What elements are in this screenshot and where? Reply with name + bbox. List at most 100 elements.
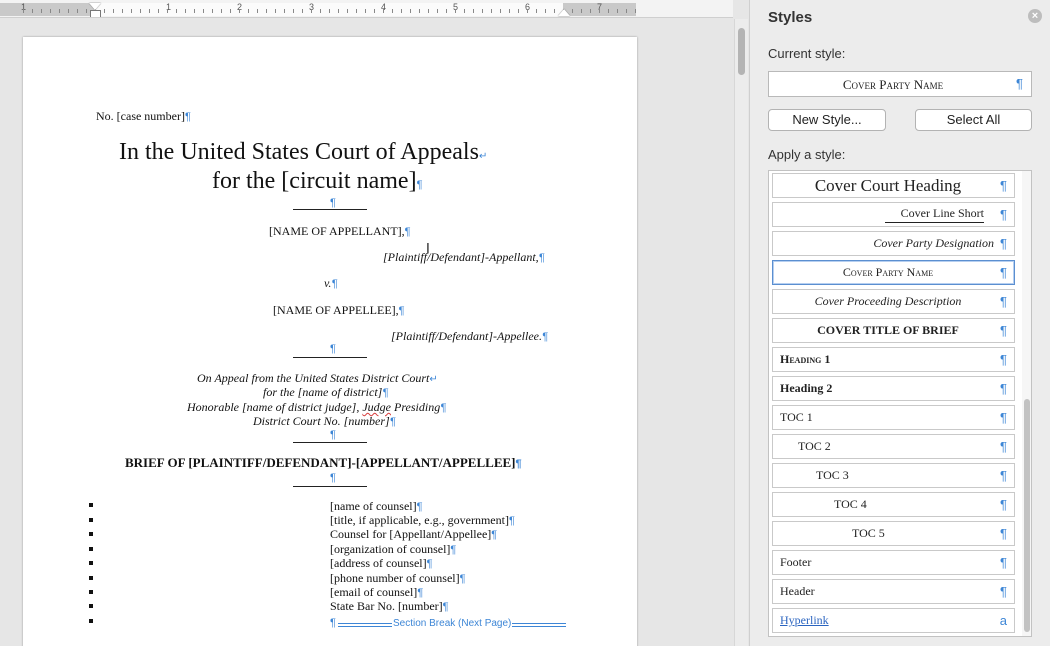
close-icon[interactable]: × xyxy=(1028,9,1042,23)
left-indent-marker[interactable] xyxy=(90,10,101,17)
empty-paragraph[interactable]: ¶ xyxy=(330,341,336,356)
list-bullet xyxy=(89,576,93,580)
versus-line[interactable]: v.¶ xyxy=(324,276,337,291)
ruler-tick xyxy=(599,9,600,13)
style-item-toc-2[interactable]: TOC 2 ¶ xyxy=(772,434,1015,459)
ruler-tick xyxy=(194,9,195,13)
style-item-cover-proceeding-description[interactable]: Cover Proceeding Description ¶ xyxy=(772,289,1015,314)
counsel-line[interactable]: [organization of counsel]¶ xyxy=(330,542,456,557)
counsel-line[interactable]: State Bar No. [number]¶ xyxy=(330,599,449,614)
style-item-toc-5[interactable]: TOC 5 ¶ xyxy=(772,521,1015,546)
style-item-toc-1[interactable]: TOC 1 ¶ xyxy=(772,405,1015,430)
section-break[interactable]: Section Break (Next Page) xyxy=(330,618,566,630)
list-bullet xyxy=(89,590,93,594)
style-item-heading-1[interactable]: Heading 1 ¶ xyxy=(772,347,1015,372)
style-list[interactable]: Cover Court Heading ¶ Cover Line Short ¶… xyxy=(768,170,1032,637)
empty-paragraph[interactable]: ¶ xyxy=(330,427,336,442)
style-list-scroll-thumb[interactable] xyxy=(1024,399,1030,632)
style-item-label: TOC 1 xyxy=(780,410,813,424)
style-item-toc-4[interactable]: TOC 4 ¶ xyxy=(772,492,1015,517)
brief-title-line[interactable]: BRIEF OF [PLAINTIFF/DEFENDANT]-[APPELLAN… xyxy=(125,456,522,471)
pilcrow-mark: ¶ xyxy=(184,111,191,123)
appeal-line-2[interactable]: for the [name of district]¶ xyxy=(263,385,388,400)
style-item-label: Header xyxy=(780,584,815,598)
counsel-line[interactable]: Counsel for [Appellant/Appellee]¶ xyxy=(330,527,497,542)
style-item-label: Cover Party Name xyxy=(842,265,934,279)
pilcrow-mark: ¶ xyxy=(491,529,498,541)
styles-pane: Styles × Current style: Cover Party Name… xyxy=(749,0,1050,646)
pilcrow-mark: ¶ xyxy=(426,558,433,570)
appellant-role-line[interactable]: [Plaintiff/Defendant]-Appellant,¶ xyxy=(383,250,545,265)
appeal-line-3[interactable]: Honorable [name of district judge], Judg… xyxy=(187,400,446,415)
court-heading-text: In the United States Court of Appeals xyxy=(119,139,479,165)
appellee-name-line[interactable]: [NAME OF APPELLEE],¶ xyxy=(273,303,405,318)
style-item-label: TOC 3 xyxy=(816,468,849,482)
ruler-tick xyxy=(410,9,411,13)
counsel-line[interactable]: [title, if applicable, e.g., government]… xyxy=(330,513,515,528)
spelling-flag[interactable]: Judge xyxy=(362,400,391,414)
style-item-cover-party-designation[interactable]: Cover Party Designation ¶ xyxy=(772,231,1015,256)
document-canvas[interactable]: No. [case number]¶ In the United States … xyxy=(0,19,733,646)
current-style-label: Current style: xyxy=(768,46,846,61)
empty-paragraph[interactable]: ¶ xyxy=(330,195,336,210)
style-item-hyperlink[interactable]: Hyperlink a xyxy=(772,608,1015,633)
ruler-tick xyxy=(140,9,141,13)
paragraph-style-icon: ¶ xyxy=(1000,555,1007,570)
ruler-tick xyxy=(338,9,339,13)
style-item-heading-2[interactable]: Heading 2 ¶ xyxy=(772,376,1015,401)
ruler-tick xyxy=(419,9,420,13)
right-indent-marker[interactable] xyxy=(558,9,570,16)
pilcrow-mark: ¶ xyxy=(331,278,338,290)
case-number-line[interactable]: No. [case number]¶ xyxy=(96,109,191,124)
paragraph-style-icon: ¶ xyxy=(1000,323,1007,338)
counsel-line[interactable]: [phone number of counsel]¶ xyxy=(330,571,466,586)
pilcrow-mark: ¶ xyxy=(515,458,522,470)
first-line-indent-marker[interactable] xyxy=(89,3,101,10)
style-item-label: TOC 2 xyxy=(798,439,831,453)
proceeding-text: Honorable [name of district judge], xyxy=(187,400,363,414)
current-style-box: Cover Party Name ¶ xyxy=(768,71,1032,97)
ruler-tick xyxy=(266,9,267,13)
document-page[interactable]: No. [case number]¶ In the United States … xyxy=(23,37,637,646)
ruler-tick xyxy=(59,9,60,13)
line-break-mark: ↵ xyxy=(478,151,488,162)
court-heading-line2[interactable]: for the [circuit name]¶ xyxy=(212,167,422,199)
select-all-button[interactable]: Select All xyxy=(915,109,1032,131)
cover-line-short xyxy=(293,442,367,443)
pilcrow-mark: ¶ xyxy=(330,197,336,209)
pane-title: Styles xyxy=(768,9,813,26)
style-item-cover-line-short[interactable]: Cover Line Short ¶ xyxy=(772,202,1015,227)
pilcrow-mark: ¶ xyxy=(541,331,548,343)
case-number-text: No. [case number] xyxy=(96,109,185,123)
style-item-cover-court-heading[interactable]: Cover Court Heading ¶ xyxy=(772,173,1015,198)
horizontal-ruler[interactable]: 1 1 2 3 4 5 6 7 xyxy=(0,0,733,18)
style-item-cover-party-name[interactable]: Cover Party Name ¶ xyxy=(772,260,1015,285)
empty-paragraph[interactable]: ¶ xyxy=(330,470,336,485)
appellee-role-line[interactable]: [Plaintiff/Defendant]-Appellee.¶ xyxy=(391,329,548,344)
style-list-scrollbar[interactable] xyxy=(1022,171,1031,636)
paragraph-style-icon: ¶ xyxy=(1000,584,1007,599)
document-scroll-thumb[interactable] xyxy=(738,28,745,75)
style-item-cover-title-of-brief[interactable]: COVER TITLE OF BRIEF ¶ xyxy=(772,318,1015,343)
ruler-tick xyxy=(392,9,393,13)
ruler-tick xyxy=(77,9,78,13)
counsel-line[interactable]: [email of counsel]¶ xyxy=(330,585,423,600)
list-bullet xyxy=(89,518,93,522)
paragraph-style-icon: ¶ xyxy=(1000,294,1007,309)
pilcrow-mark: ¶ xyxy=(508,515,515,527)
paragraph-style-icon: ¶ xyxy=(1000,526,1007,541)
style-item-toc-3[interactable]: TOC 3 ¶ xyxy=(772,463,1015,488)
appellant-name-line[interactable]: [NAME OF APPELLANT],¶ xyxy=(269,224,411,239)
pilcrow-mark: ¶ xyxy=(416,179,423,191)
ruler-tick xyxy=(590,9,591,13)
counsel-line[interactable]: [name of counsel]¶ xyxy=(330,499,423,514)
style-item-footer[interactable]: Footer ¶ xyxy=(772,550,1015,575)
document-scrollbar[interactable] xyxy=(734,19,748,646)
appeal-line-4[interactable]: District Court No. [number]¶ xyxy=(253,414,396,429)
ruler-tick xyxy=(509,9,510,13)
new-style-button[interactable]: New Style... xyxy=(768,109,886,131)
brief-title-text: BRIEF OF [PLAINTIFF/DEFENDANT]-[APPELLAN… xyxy=(125,455,516,470)
counsel-line[interactable]: [address of counsel]¶ xyxy=(330,556,433,571)
style-item-header[interactable]: Header ¶ xyxy=(772,579,1015,604)
ruler-tick xyxy=(50,9,51,13)
